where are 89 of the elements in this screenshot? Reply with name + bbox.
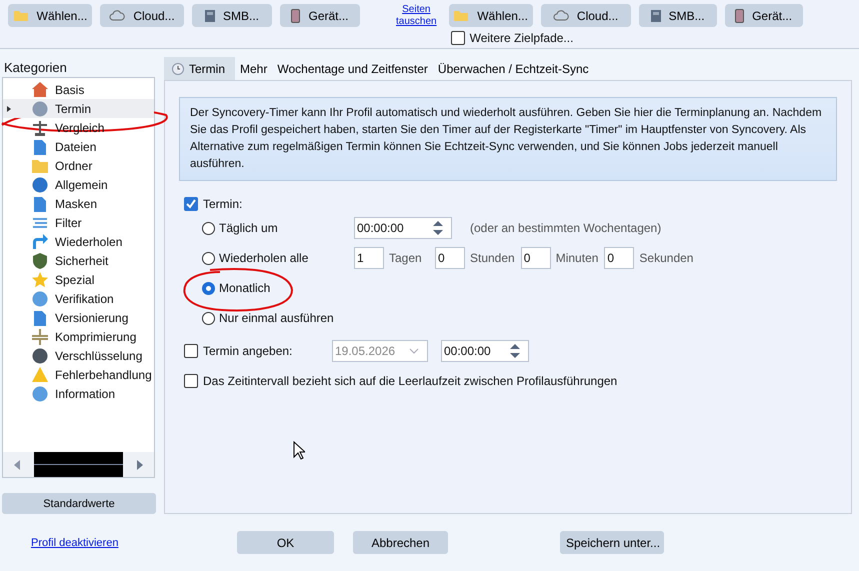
number-field[interactable]: 0 (435, 247, 465, 269)
files-icon (31, 138, 49, 156)
category-item[interactable]: Termin (3, 99, 154, 118)
category-item[interactable]: Sicherheit (3, 251, 154, 270)
cloud-icon (109, 10, 126, 21)
tab[interactable]: Überwachen / Echtzeit-Sync (432, 57, 594, 80)
spinner-icon[interactable] (431, 220, 445, 236)
house-icon (31, 80, 49, 98)
category-item[interactable]: Dateien (3, 137, 154, 156)
category-item[interactable]: Masken (3, 194, 154, 213)
radio-label: Nur einmal ausführen (219, 311, 334, 325)
scroll-left-icon[interactable] (13, 460, 21, 470)
number-field[interactable]: 0 (520, 247, 551, 269)
path-button[interactable]: Gerät... (724, 4, 803, 27)
section-title: Kategorien (3, 59, 68, 77)
defaults-button[interactable]: Standardwerte (2, 493, 156, 514)
category-item[interactable]: Komprimierung (3, 327, 154, 346)
tab[interactable]: Wochentage und Zeitfenster (272, 57, 433, 80)
time-field[interactable]: 00:00:00 (354, 217, 452, 239)
radio-button[interactable] (202, 222, 215, 234)
category-item[interactable]: Spezial (3, 270, 154, 289)
category-item[interactable]: Versionierung (3, 308, 154, 327)
cloud-icon (552, 10, 569, 21)
radio-label: Täglich um (219, 221, 278, 235)
category-item[interactable]: Verifikation (3, 289, 154, 308)
checkbox[interactable] (184, 197, 198, 211)
date-field[interactable]: 19.05.2026 (332, 340, 428, 362)
category-item[interactable]: Ordner (3, 156, 154, 175)
unit-label: Stunden (470, 251, 515, 265)
scroll-right-icon[interactable] (136, 460, 144, 470)
phone-icon (291, 8, 300, 22)
spinner-icon[interactable] (508, 343, 522, 359)
number-field[interactable]: 0 (604, 247, 634, 269)
checkbox-label: Termin angeben: (203, 344, 292, 358)
category-item[interactable]: Wiederholen (3, 232, 154, 251)
server-icon (204, 10, 215, 22)
phone-icon (735, 8, 744, 22)
radio-label: Wiederholen alle (219, 251, 308, 265)
path-button[interactable]: Wählen... (448, 4, 533, 27)
category-item[interactable]: Verschlüsselung (3, 346, 154, 365)
info-text: Der Syncovery-Timer kann Ihr Profil automatisch und wiederholt ausführen. Geben Sie hier die Terminplanung an. Nachdem Sie das Profil gespeichert haben, starten Sie den Timer auf der Registerkarte "Timer" im Hauptfenster von Syncovery. Als Alternative zum regelmäßigen Termin können Sie Echtzeit-Sync verwenden, und Sie können Jobs jederzeit manuell ausführen. (179, 97, 837, 181)
category-item[interactable]: Basis (3, 80, 154, 99)
unit-label: Sekunden (639, 251, 694, 265)
swap-link[interactable]: Seiten tauschen (396, 4, 437, 28)
path-button[interactable]: Cloud... (540, 4, 631, 27)
radio-label: Monatlich (219, 281, 270, 295)
time-field[interactable]: 00:00:00 (441, 340, 529, 362)
category-item[interactable]: Allgemein (3, 175, 154, 194)
compress-icon (31, 328, 49, 346)
hint-text: (oder an bestimmten Wochentagen) (470, 221, 662, 235)
category-item[interactable]: Fehlerbehandlung (3, 365, 154, 384)
server-icon (650, 10, 661, 22)
expand-icon (7, 106, 11, 112)
path-button[interactable]: Gerät... (280, 4, 360, 27)
checkbox[interactable] (184, 374, 198, 388)
folder-icon (12, 9, 29, 22)
checkbox-label: Weitere Zielpfade... (470, 31, 574, 45)
document-icon (31, 194, 49, 212)
path-button[interactable]: SMB... (638, 4, 717, 27)
checkbox[interactable] (184, 344, 198, 358)
category-item[interactable]: Filter (3, 213, 154, 232)
unit-label: Tagen (389, 251, 423, 265)
dialog-button[interactable]: Abbrechen (353, 531, 448, 554)
category-item[interactable]: Information (3, 384, 154, 403)
unit-label: Minuten (556, 251, 598, 265)
checkbox-label: Termin: (203, 197, 242, 211)
deactivate-link[interactable]: Profil deaktivieren (31, 536, 237, 548)
cursor-icon (293, 441, 305, 460)
arrow-icon (31, 232, 49, 250)
radio-button[interactable] (202, 252, 215, 264)
dialog-button[interactable]: OK (237, 531, 334, 554)
folder-icon (453, 9, 470, 22)
radio-button[interactable] (202, 312, 215, 324)
path-button[interactable]: SMB... (192, 4, 272, 27)
checkbox-label: Das Zeitintervall bezieht sich auf die Leerlaufzeit zwischen Profilausführungen (203, 374, 618, 388)
tab[interactable]: Mehr (235, 57, 272, 80)
documents-icon (31, 308, 49, 326)
warning-icon (31, 366, 49, 384)
dialog-button[interactable]: Speichern unter... (560, 531, 664, 554)
path-button[interactable]: Wählen... (8, 4, 92, 27)
star-icon (31, 270, 49, 288)
scale-icon (31, 118, 49, 136)
number-field[interactable]: 1 (354, 247, 384, 269)
radio-button[interactable] (202, 282, 215, 294)
scrollbar[interactable] (3, 452, 154, 478)
checkbox[interactable] (450, 31, 465, 45)
tab[interactable]: Termin (164, 57, 236, 80)
path-button[interactable]: Cloud... (100, 4, 184, 27)
shield-icon (31, 252, 49, 270)
